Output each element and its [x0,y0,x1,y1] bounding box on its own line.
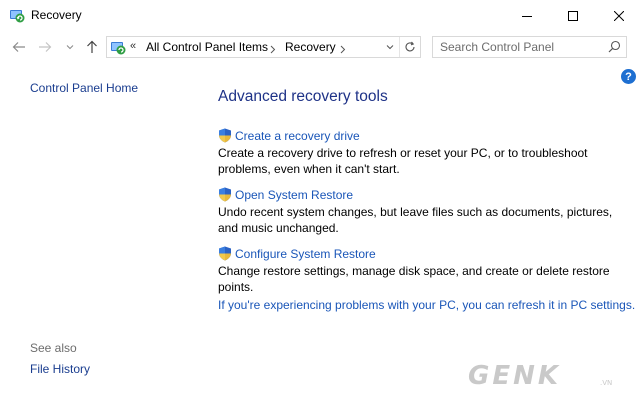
create-recovery-drive-description: Create a recovery drive to refresh or re… [218,146,588,176]
create-recovery-drive-label[interactable]: Create a recovery drive [235,129,360,143]
window-title: Recovery [31,8,82,22]
address-history-button[interactable] [381,37,399,57]
forward-button[interactable] [37,38,53,56]
chevron-down-icon [66,45,74,50]
configure-system-restore-link[interactable]: Configure System Restore [218,245,638,262]
arrow-left-icon [12,42,25,52]
help-icon[interactable]: ? [621,69,636,84]
breadcrumb-separator-icon[interactable] [340,41,346,59]
chevron-down-icon [386,45,394,50]
address-bar[interactable]: « All Control Panel Items Recovery [106,36,421,58]
refresh-pc-settings-link[interactable]: If you're experiencing problems with you… [218,298,635,312]
minimize-button[interactable] [504,0,550,31]
recent-locations-button[interactable] [63,38,77,56]
recovery-app-icon [9,7,25,23]
configure-system-restore-description: Change restore settings, manage disk spa… [218,264,610,294]
uac-shield-icon [219,246,231,261]
uac-shield-icon [219,128,231,143]
configure-system-restore-label[interactable]: Configure System Restore [235,247,376,261]
search-input[interactable] [433,37,603,57]
genk-watermark-logo: GENK .VN [468,361,612,390]
sidebar-file-history[interactable]: File History [30,362,90,376]
see-also-heading: See also [30,341,77,355]
page-title: Advanced recovery tools [218,88,388,105]
open-system-restore-description: Undo recent system changes, but leave fi… [218,205,613,235]
breadcrumb-all-control-panel-items[interactable]: All Control Panel Items [146,40,268,54]
maximize-button[interactable] [550,0,596,31]
up-button[interactable] [84,38,100,56]
search-icon[interactable] [608,40,621,58]
sidebar-control-panel-home[interactable]: Control Panel Home [30,81,138,95]
breadcrumb-overflow[interactable]: « [130,40,136,52]
control-panel-icon [110,39,126,55]
search-box[interactable] [432,36,627,58]
arrow-up-icon [87,40,97,53]
task-configure-system-restore: Configure System Restore Change restore … [218,245,638,295]
breadcrumb-separator-icon[interactable] [270,41,276,59]
title-bar: Recovery [0,0,640,31]
minimize-icon [522,15,532,17]
task-open-system-restore: Open System Restore Undo recent system c… [218,186,638,236]
arrow-right-icon [39,42,52,52]
refresh-button[interactable] [399,37,420,57]
open-system-restore-link[interactable]: Open System Restore [218,186,638,203]
task-create-recovery-drive: Create a recovery drive Create a recover… [218,127,638,177]
maximize-icon [568,10,578,21]
watermark-brand: GENK [468,361,561,390]
refresh-icon [405,41,415,52]
breadcrumb-recovery[interactable]: Recovery [285,40,336,54]
close-icon [614,10,624,21]
uac-shield-icon [219,187,231,202]
close-button[interactable] [596,0,640,31]
back-button[interactable] [11,38,27,56]
watermark-suffix: .VN [600,379,612,387]
create-recovery-drive-link[interactable]: Create a recovery drive [218,127,638,144]
open-system-restore-label[interactable]: Open System Restore [235,188,353,202]
